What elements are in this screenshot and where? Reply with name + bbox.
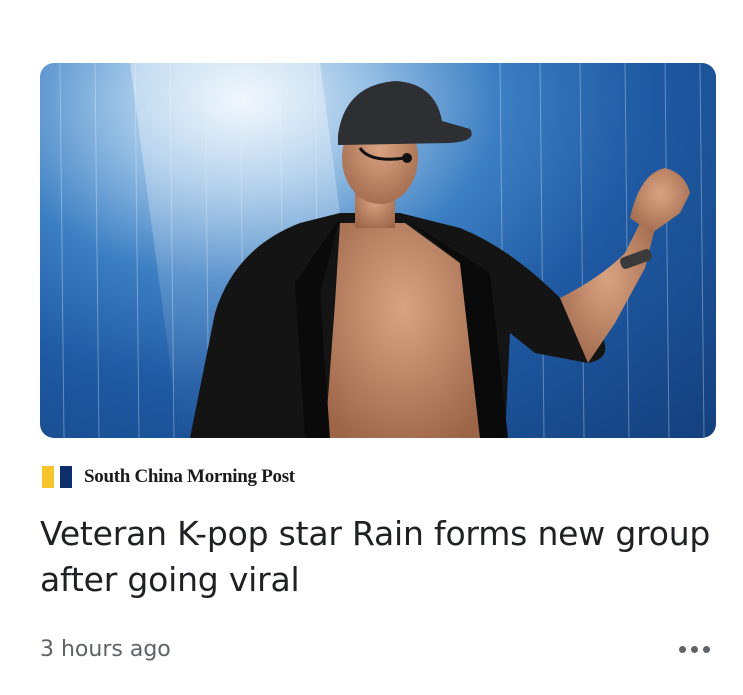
more-horizontal-icon bbox=[703, 645, 710, 653]
article-headline[interactable]: Veteran K-pop star Rain forms new group … bbox=[40, 511, 720, 603]
article-meta: 3 hours ago bbox=[40, 632, 710, 666]
publisher-name: South China Morning Post bbox=[84, 466, 295, 487]
news-card[interactable]: South China Morning Post Veteran K-pop s… bbox=[0, 0, 743, 695]
article-image[interactable] bbox=[40, 63, 716, 438]
publisher-logo bbox=[42, 466, 72, 488]
logo-yellow-block bbox=[42, 466, 54, 488]
more-options-button[interactable] bbox=[671, 640, 710, 659]
more-horizontal-icon bbox=[691, 645, 698, 653]
source-attribution[interactable]: South China Morning Post bbox=[42, 465, 295, 489]
performer-photo bbox=[59, 63, 705, 438]
more-horizontal-icon bbox=[679, 645, 686, 653]
logo-navy-block bbox=[60, 466, 72, 488]
article-timestamp: 3 hours ago bbox=[40, 636, 171, 662]
